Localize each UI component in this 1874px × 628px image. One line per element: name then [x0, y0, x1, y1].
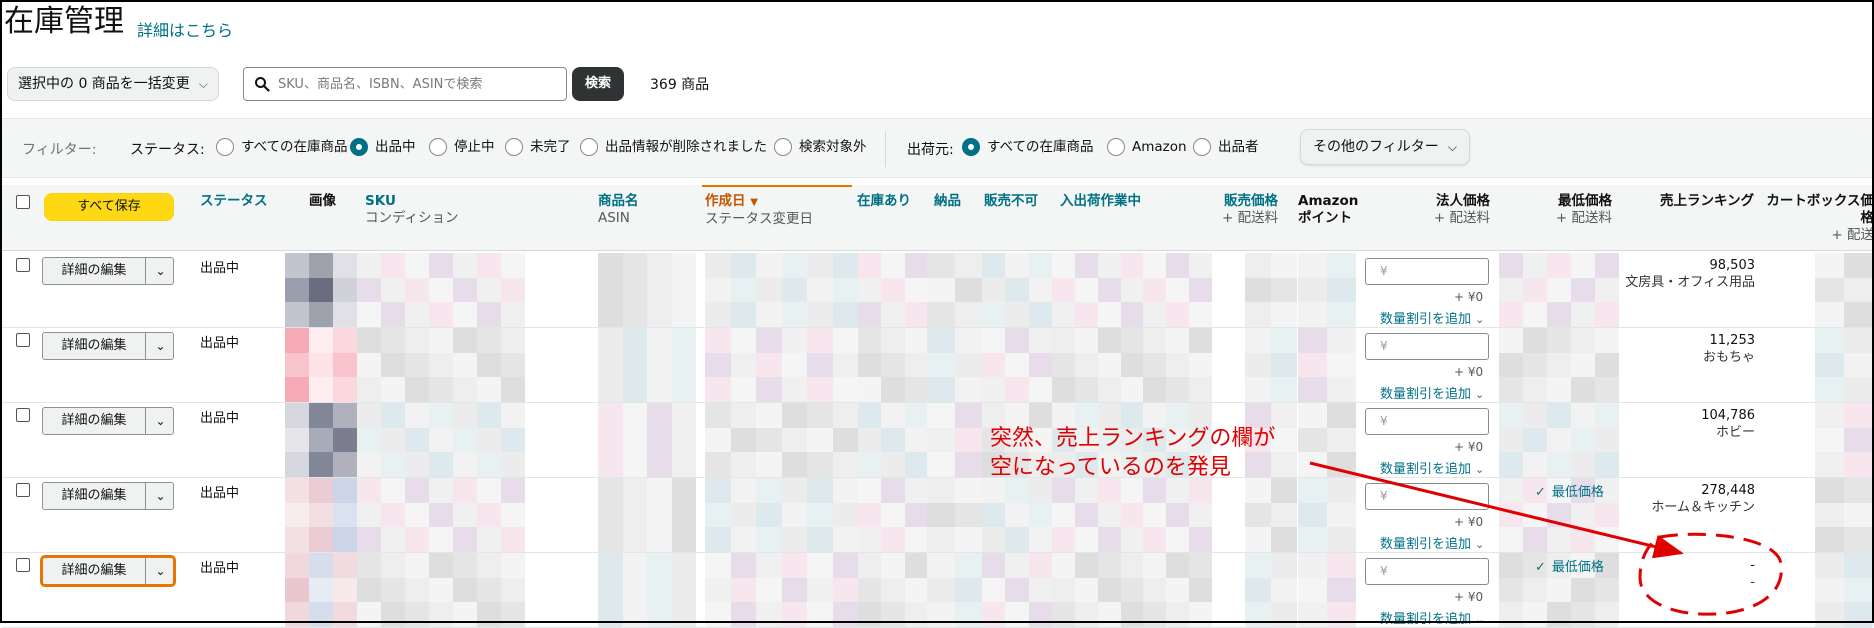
annotation-overlay: [1309, 461, 1783, 616]
annotation-arrow: [1309, 461, 1684, 559]
annotation-highlight-circle: [1638, 532, 1783, 616]
